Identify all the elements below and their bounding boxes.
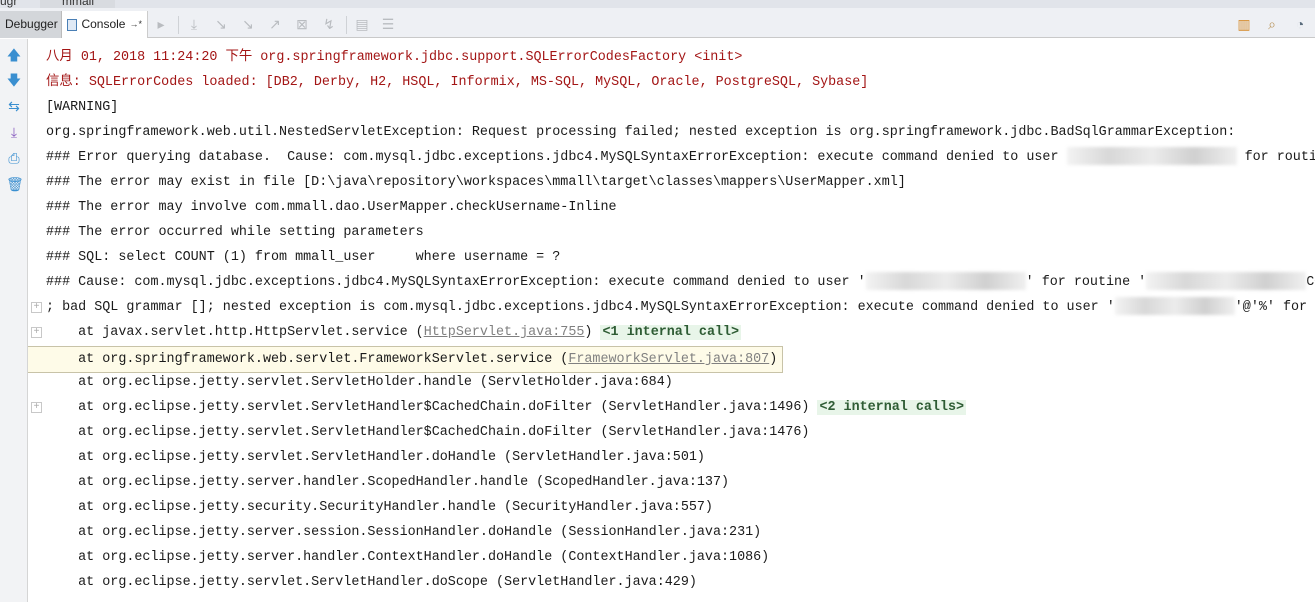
fold-toggle-icon[interactable]: + [31, 302, 42, 313]
line-text: 八月 01, 2018 11:24:20 下午 org.springframew… [46, 50, 743, 65]
line-text: at org.springframework.web.servlet.Frame… [46, 352, 569, 367]
restore-layout-icon[interactable]: ▥ [1236, 16, 1252, 32]
console-output[interactable]: 八月 01, 2018 11:24:20 下午 org.springframew… [28, 39, 1315, 602]
tab-mmall[interactable]: mmall [40, 0, 115, 8]
tab-console[interactable]: Console →* [62, 11, 148, 38]
trash-icon[interactable]: 🗑 [6, 176, 24, 192]
step-over-icon[interactable]: ⤓ [186, 16, 202, 32]
console-line: at org.eclipse.jetty.servlet.ServletHold… [46, 370, 673, 395]
line-text: ### Cause: com.mysql.jdbc.exceptions.jdb… [46, 275, 866, 290]
console-side-toolbar: 🡅 🡇 ⇆ ⤓ ⎙ 🗑 [0, 39, 28, 602]
drop-frame-icon[interactable]: ⊠ [294, 16, 310, 32]
console-line: at org.eclipse.jetty.server.session.Sess… [46, 520, 761, 545]
print-icon[interactable]: ⎙ [6, 150, 22, 166]
line-text: COUNT [1306, 275, 1315, 290]
step-into-icon[interactable]: ↘ [213, 16, 229, 32]
console-line: org.springframework.web.util.NestedServl… [46, 120, 1235, 145]
console-line: at org.springframework.web.servlet.Frame… [46, 347, 777, 372]
soft-wrap-icon[interactable]: ⇆ [6, 98, 22, 114]
console-line: ### Cause: com.mysql.jdbc.exceptions.jdb… [46, 270, 1315, 295]
step-out-icon[interactable]: ↗ [267, 16, 283, 32]
redacted-text [865, 272, 1026, 291]
line-text: ) [769, 352, 778, 367]
line-text: at org.eclipse.jetty.servlet.ServletHand… [46, 450, 705, 465]
memory-view-icon[interactable]: ⌕ [1264, 16, 1280, 32]
console-tab-label: Console [81, 17, 126, 31]
line-text: ### SQL: select COUNT (1) from mmall_use… [46, 250, 561, 265]
line-text: at org.eclipse.jetty.servlet.ServletHand… [46, 425, 810, 440]
console-line: ### Error querying database. Cause: com.… [46, 145, 1315, 170]
line-text: at org.eclipse.jetty.servlet.ServletHand… [46, 400, 818, 415]
line-text: '@'%' for r [1234, 300, 1315, 315]
show-execution-point-icon[interactable]: ▸ [153, 16, 169, 32]
line-text: at org.eclipse.jetty.servlet.ServletHold… [46, 375, 673, 390]
console-line: at org.eclipse.jetty.server.handler.Cont… [46, 545, 769, 570]
fold-toggle-icon[interactable]: + [31, 402, 42, 413]
line-text: at org.eclipse.jetty.server.session.Sess… [46, 525, 762, 540]
pin-icon: →* [129, 19, 142, 29]
line-text: at javax.servlet.http.HttpServlet.servic… [46, 325, 424, 340]
redacted-text [1146, 272, 1307, 291]
console-line: at org.eclipse.jetty.servlet.ServletHand… [46, 570, 697, 595]
console-line: 信息: SQLErrorCodes loaded: [DB2, Derby, H… [46, 70, 868, 95]
debug-toolbar: Debugger Console →* ▸ ⤓ ↘ ↘ ↗ ⊠ ↯ ▤ ☰ ▥ … [0, 8, 1315, 38]
line-text: ) [584, 325, 601, 340]
tab-debugger[interactable]: Debugger [0, 11, 62, 38]
internal-calls-toggle[interactable]: <2 internal calls> [817, 400, 967, 415]
toolbar-separator [178, 16, 179, 34]
console-line: ### The error may exist in file [D:\java… [46, 170, 906, 195]
console-line: 八月 01, 2018 11:24:20 下午 org.springframew… [46, 45, 742, 70]
line-text: 信息: SQLErrorCodes loaded: [DB2, Derby, H… [46, 75, 869, 90]
up-arrow-icon[interactable]: 🡅 [6, 47, 22, 63]
console-line: at org.eclipse.jetty.servlet.ServletHand… [46, 445, 705, 470]
console-line: at javax.servlet.http.HttpServlet.servic… [46, 320, 742, 345]
console-line: ; bad SQL grammar []; nested exception i… [46, 295, 1315, 320]
internal-calls-toggle[interactable]: <1 internal call> [600, 325, 742, 340]
fold-toggle-icon[interactable]: + [31, 327, 42, 338]
line-text: ### The error occurred while setting par… [46, 225, 424, 240]
down-arrow-icon[interactable]: 🡇 [6, 72, 22, 88]
line-text: ; bad SQL grammar []; nested exception i… [46, 300, 1115, 315]
run-to-cursor-icon[interactable]: ↯ [321, 16, 337, 32]
console-line: ### The error occurred while setting par… [46, 220, 424, 245]
source-link[interactable]: HttpServlet.java:755 [424, 325, 585, 340]
console-line: at org.eclipse.jetty.server.handler.Scop… [46, 470, 729, 495]
tab-debug[interactable]: ugr [0, 0, 17, 8]
line-text: at org.eclipse.jetty.server.handler.Cont… [46, 550, 770, 565]
scroll-to-end-icon[interactable]: ⤓ [6, 124, 22, 140]
line-text: at org.eclipse.jetty.servlet.ServletHand… [46, 575, 697, 590]
line-text: org.springframework.web.util.NestedServl… [46, 125, 1236, 140]
console-icon [67, 18, 78, 31]
source-link[interactable]: FrameworkServlet.java:807 [568, 352, 769, 367]
line-text: [WARNING] [46, 100, 119, 115]
editor-tab-strip: ugr mmall [0, 0, 1315, 8]
line-text: ' for routine ' [1025, 275, 1147, 290]
evaluate-expression-icon[interactable]: ▤ [354, 16, 370, 32]
redacted-text [1114, 297, 1235, 316]
redacted-text [1066, 147, 1237, 166]
force-step-into-icon[interactable]: ↘ [240, 16, 256, 32]
console-line: at org.eclipse.jetty.servlet.ServletHand… [46, 420, 809, 445]
line-text: at org.eclipse.jetty.security.SecurityHa… [46, 500, 713, 515]
gauge-icon[interactable]: ◔ [1292, 16, 1308, 32]
console-line: at org.eclipse.jetty.servlet.ServletHand… [46, 395, 967, 420]
line-text: ### The error may exist in file [D:\java… [46, 175, 906, 190]
console-line: [WARNING] [46, 95, 118, 120]
console-line: ### The error may involve com.mmall.dao.… [46, 195, 617, 220]
line-text: ### Error querying database. Cause: com.… [46, 150, 1067, 165]
line-text: at org.eclipse.jetty.server.handler.Scop… [46, 475, 730, 490]
toolbar-separator [346, 16, 347, 34]
trace-icon[interactable]: ☰ [380, 16, 396, 32]
console-line: ### SQL: select COUNT (1) from mmall_use… [46, 245, 560, 270]
line-text: for routine [1244, 150, 1315, 165]
console-line: at org.eclipse.jetty.security.SecurityHa… [46, 495, 713, 520]
line-text: ### The error may involve com.mmall.dao.… [46, 200, 617, 215]
